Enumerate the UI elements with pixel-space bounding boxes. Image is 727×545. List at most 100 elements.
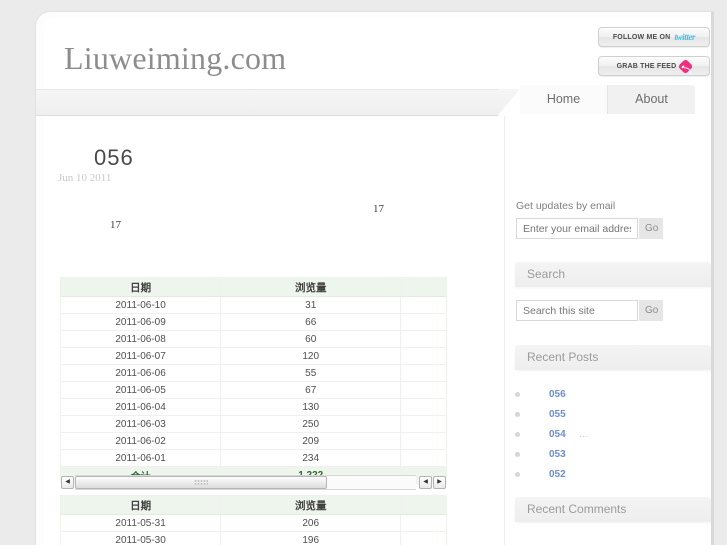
table-row: 2011-06-06 55 xyxy=(61,364,446,382)
cell-views: 209 xyxy=(220,432,402,450)
column-header-views: 浏览量 xyxy=(220,278,402,297)
recent-post-link[interactable]: 052 xyxy=(549,469,566,480)
cell-date: 2011-06-07 xyxy=(61,347,222,365)
table-horizontal-scrollbar[interactable]: ◀ ◀ ▶ xyxy=(61,474,446,490)
cell-extra xyxy=(400,381,446,399)
cell-date: 2011-06-05 xyxy=(61,381,222,399)
cell-extra xyxy=(400,296,446,314)
email-field[interactable] xyxy=(516,218,638,239)
stats-table-june: 日期 浏览量 2011-06-10 31 2011-06-09 66 2011-… xyxy=(61,278,446,483)
main-nav: Home About xyxy=(520,85,695,115)
cell-extra xyxy=(400,449,446,467)
scrollbar-grip-icon xyxy=(194,479,209,485)
column-header-views: 浏览量 xyxy=(220,496,402,515)
cell-extra xyxy=(400,313,446,331)
recent-post-link[interactable]: 056 xyxy=(549,389,566,400)
email-subscribe-widget: Get updates by email Go xyxy=(516,200,701,239)
table-row: 2011-06-05 67 xyxy=(61,381,446,399)
list-item[interactable]: 055 xyxy=(515,404,705,424)
follow-on-twitter-button[interactable]: FOLLOW ME ON twitter xyxy=(598,27,710,47)
cell-date: 2011-06-01 xyxy=(61,449,222,467)
bullet-icon xyxy=(515,451,520,457)
column-header-date: 日期 xyxy=(61,496,222,515)
site-title: Liuweiming.com xyxy=(64,40,287,76)
cell-date: 2011-06-09 xyxy=(61,313,222,331)
cell-views: 196 xyxy=(220,531,402,545)
cell-date: 2011-06-04 xyxy=(61,398,222,416)
recent-comments-heading: Recent Comments xyxy=(515,497,711,522)
feed-label: GRAB THE FEED xyxy=(616,62,677,70)
scroll-left-arrow-icon-2[interactable]: ◀ xyxy=(419,475,432,489)
stray-number-1: 17 xyxy=(373,203,384,215)
page-root: Liuweiming.com FOLLOW ME ON twitter GRAB… xyxy=(0,0,727,545)
follow-label: FOLLOW ME ON xyxy=(612,33,671,41)
sidebar: Get updates by email Go Search Go Recent… xyxy=(505,116,711,545)
cell-views: 67 xyxy=(220,381,402,399)
cell-extra xyxy=(400,432,446,450)
header-buttons: FOLLOW ME ON twitter GRAB THE FEED xyxy=(598,27,710,85)
list-item[interactable]: 054 … xyxy=(515,424,705,444)
bullet-icon xyxy=(515,431,520,437)
twitter-icon: twitter xyxy=(674,32,696,42)
page-right-gutter xyxy=(714,0,727,545)
scrollbar-arrow-group: ◀ ▶ xyxy=(419,475,446,489)
scrollbar-thumb[interactable] xyxy=(75,475,328,489)
cell-views: 120 xyxy=(220,347,402,365)
cell-views: 130 xyxy=(220,398,402,416)
search-go-button[interactable]: Go xyxy=(639,300,663,321)
cell-date: 2011-06-06 xyxy=(61,364,222,382)
cell-extra xyxy=(400,398,446,416)
cell-extra xyxy=(400,347,446,365)
list-item[interactable]: 053 xyxy=(515,444,705,464)
post-title: 056 xyxy=(94,145,134,170)
table-row: 2011-06-04 130 xyxy=(61,398,446,416)
scrollbar-track[interactable] xyxy=(75,474,416,490)
grab-the-feed-button[interactable]: GRAB THE FEED xyxy=(598,56,710,76)
search-form: Go xyxy=(516,300,701,321)
cell-views: 60 xyxy=(220,330,402,348)
recent-post-link[interactable]: 055 xyxy=(549,409,566,420)
search-widget: Go xyxy=(516,300,701,321)
nav-item-about[interactable]: About xyxy=(608,85,695,114)
cell-date: 2011-06-03 xyxy=(61,415,222,433)
column-header-extra xyxy=(400,278,446,297)
table-row: 2011-06-02 209 xyxy=(61,432,446,450)
nav-item-home[interactable]: Home xyxy=(520,85,608,114)
table-header-row: 日期 浏览量 xyxy=(61,278,446,297)
list-item[interactable]: 056 xyxy=(515,384,705,404)
cell-views: 31 xyxy=(220,296,402,314)
table-row: 2011-06-10 31 xyxy=(61,296,446,314)
cell-extra xyxy=(400,514,446,532)
recent-posts-list: 056 055 054 … 053 052 xyxy=(515,384,705,484)
bullet-icon xyxy=(515,411,520,417)
table-row: 2011-06-09 66 xyxy=(61,313,446,331)
recent-post-suffix: … xyxy=(578,428,589,440)
table-row: 2011-06-08 60 xyxy=(61,330,446,348)
header-bottom-bar xyxy=(36,89,498,116)
rss-icon xyxy=(678,58,694,74)
recent-posts-heading: Recent Posts xyxy=(515,345,711,370)
table-row: 2011-05-31 206 xyxy=(61,514,446,532)
scroll-left-arrow-icon[interactable]: ◀ xyxy=(61,475,74,489)
search-input[interactable] xyxy=(516,300,638,321)
cell-extra xyxy=(400,415,446,433)
bullet-icon xyxy=(515,471,520,477)
recent-post-link[interactable]: 054 xyxy=(549,429,566,440)
column-header-extra xyxy=(400,496,446,515)
cell-extra xyxy=(400,330,446,348)
email-go-button[interactable]: Go xyxy=(639,218,663,239)
recent-post-link[interactable]: 053 xyxy=(549,449,566,460)
content-column: 056 Jun 10 2011 17 17 日期 浏览量 2011-06-10 … xyxy=(48,116,504,545)
email-subscribe-label: Get updates by email xyxy=(516,200,616,212)
cell-views: 206 xyxy=(220,514,402,532)
table-row: 2011-06-03 250 xyxy=(61,415,446,433)
cell-extra xyxy=(400,364,446,382)
table-row: 2011-06-07 120 xyxy=(61,347,446,365)
cell-date: 2011-06-02 xyxy=(61,432,222,450)
table-row: 2011-06-01 234 xyxy=(61,449,446,467)
stats-table-may-body: 2011-05-31 206 2011-05-30 196 xyxy=(61,514,446,545)
scroll-right-arrow-icon[interactable]: ▶ xyxy=(433,475,446,489)
cell-extra xyxy=(400,531,446,545)
list-item[interactable]: 052 xyxy=(515,464,705,484)
cell-date: 2011-06-08 xyxy=(61,330,222,348)
